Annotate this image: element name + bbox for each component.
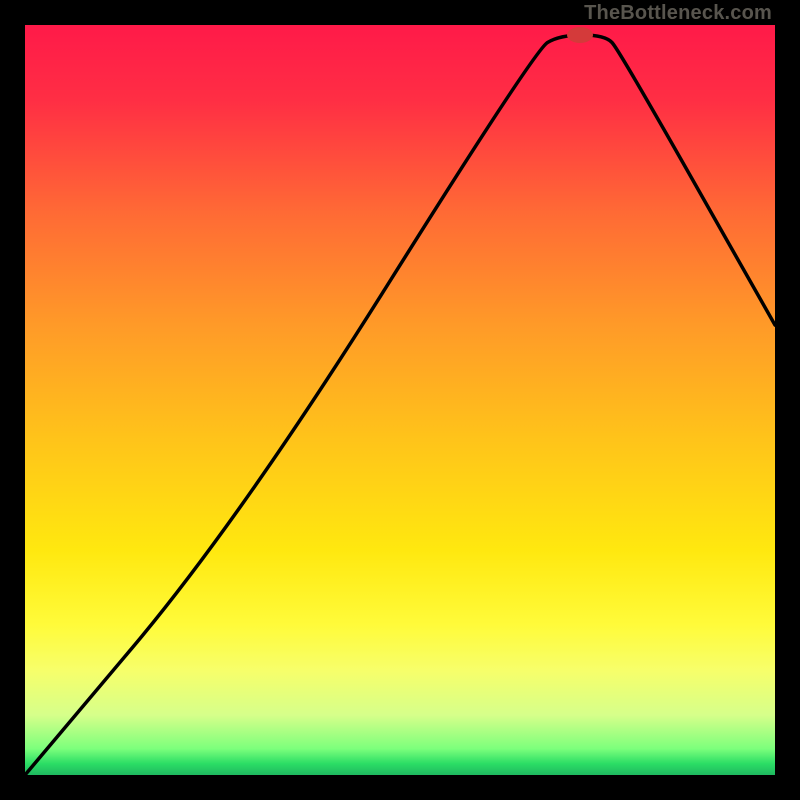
watermark-text: TheBottleneck.com	[584, 2, 772, 25]
optimal-marker	[567, 27, 593, 43]
gradient-background	[25, 25, 775, 775]
bottleneck-chart	[25, 25, 775, 775]
chart-frame	[25, 25, 775, 775]
